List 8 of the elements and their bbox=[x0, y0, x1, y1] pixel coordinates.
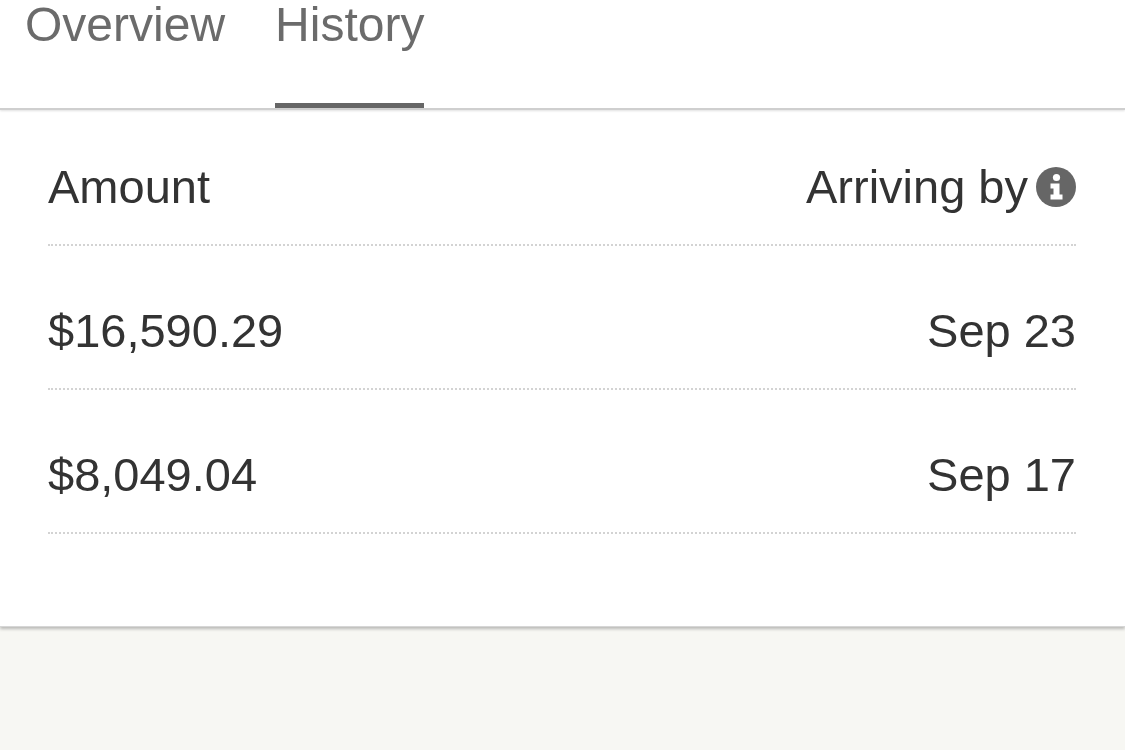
table-cell: Sep 23 bbox=[927, 303, 1076, 359]
column-header: Arriving by bbox=[806, 159, 1028, 215]
table-cell: Sep 17 bbox=[927, 447, 1076, 503]
table-cell: $16,590.29 bbox=[48, 303, 284, 359]
column-header: Amount bbox=[48, 159, 210, 215]
tab[interactable]: Overview bbox=[25, 0, 226, 108]
info-icon[interactable] bbox=[1036, 167, 1076, 207]
table-cell: $8,049.04 bbox=[48, 447, 258, 503]
